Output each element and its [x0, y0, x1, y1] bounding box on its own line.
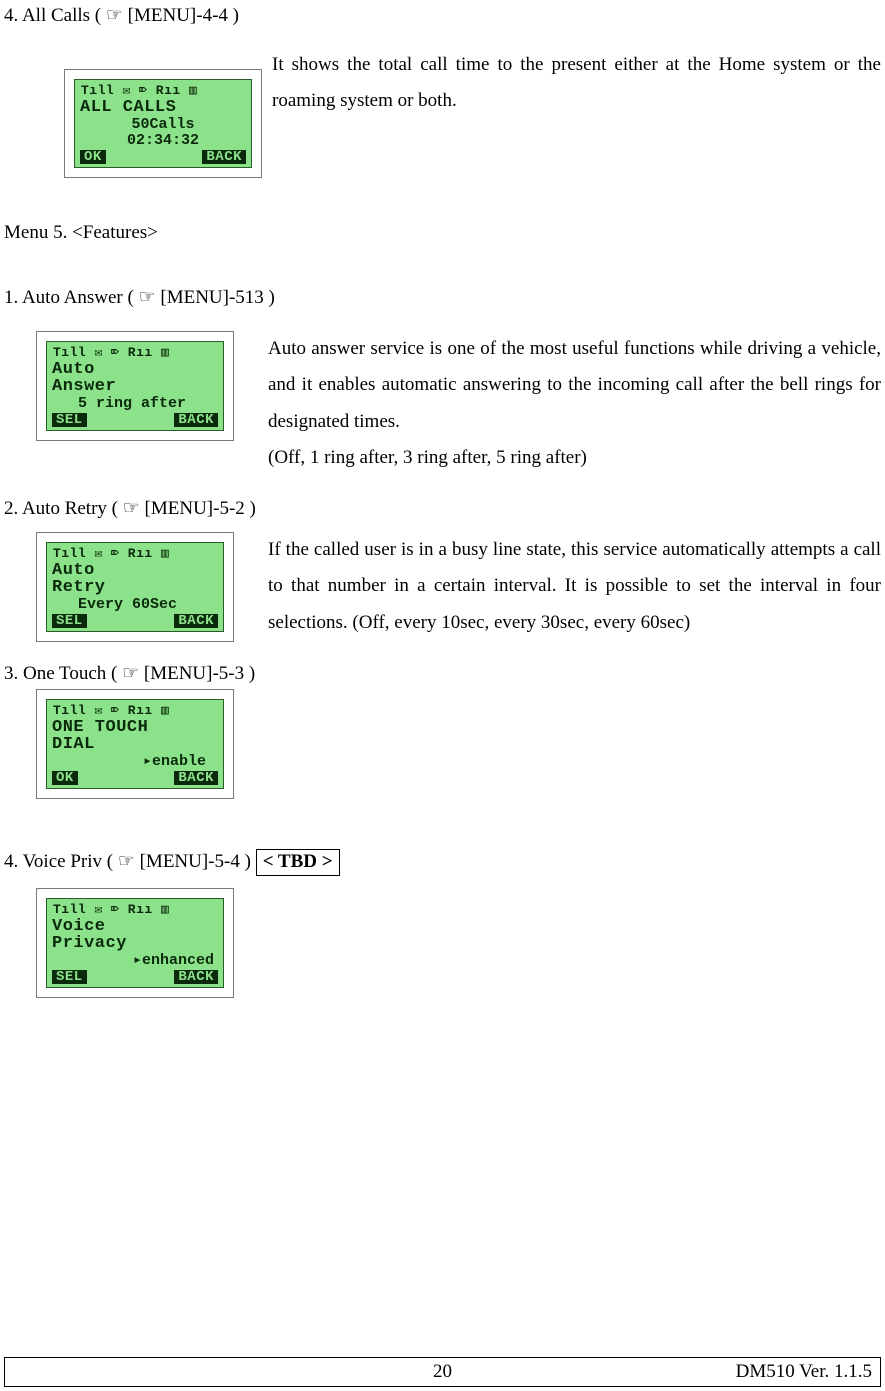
softkey-sel: SEL [52, 970, 87, 984]
softkey-ok: OK [52, 771, 78, 785]
heading-auto-retry: 2. Auto Retry ( ☞ [MENU]-5-2 ) [4, 497, 881, 520]
lcd-line-calls: 50Calls [80, 117, 246, 132]
lcd-title: Auto Retry [52, 562, 218, 596]
tbd-label: < TBD > [256, 849, 340, 876]
lcd-status-bar: Tıll ✉ ⌦ Rıı ▥ [52, 547, 218, 560]
lcd-status-bar: Tıll ✉ ⌦ Rıı ▥ [80, 84, 246, 97]
body-all-calls: It shows the total call time to the pres… [272, 47, 881, 120]
phone-screen-auto-answer: Tıll ✉ ⌦ Rıı ▥ Auto Answer 5 ring after … [36, 331, 234, 441]
softkey-back: BACK [174, 771, 218, 785]
lcd-line-value: ▸enable [52, 754, 218, 769]
heading-voice-priv-text: 4. Voice Priv ( ☞ [MENU]-5-4 ) [4, 851, 256, 872]
body-auto-retry: If the called user is in a busy line sta… [268, 532, 881, 641]
doc-version: DM510 Ver. 1.1.5 [736, 1359, 880, 1386]
softkey-sel: SEL [52, 614, 87, 628]
phone-screen-auto-retry: Tıll ✉ ⌦ Rıı ▥ Auto Retry Every 60Sec SE… [36, 532, 234, 642]
page-footer: 20 DM510 Ver. 1.1.5 [4, 1357, 881, 1387]
heading-auto-answer: 1. Auto Answer ( ☞ [MENU]-513 ) [4, 286, 881, 309]
lcd-status-bar: Tıll ✉ ⌦ Rıı ▥ [52, 903, 218, 916]
phone-screen-all-calls: Tıll ✉ ⌦ Rıı ▥ ALL CALLS 50Calls 02:34:3… [64, 69, 262, 178]
softkey-ok: OK [80, 150, 106, 164]
lcd-line-time: 02:34:32 [80, 133, 246, 148]
lcd-status-bar: Tıll ✉ ⌦ Rıı ▥ [52, 346, 218, 359]
softkey-back: BACK [202, 150, 246, 164]
lcd-title: Voice Privacy [52, 918, 218, 952]
phone-screen-voice-priv: Tıll ✉ ⌦ Rıı ▥ Voice Privacy ▸enhanced S… [36, 888, 234, 998]
lcd-line-value: 5 ring after [52, 396, 218, 411]
softkey-back: BACK [174, 413, 218, 427]
phone-screen-one-touch: Tıll ✉ ⌦ Rıı ▥ ONE TOUCH DIAL ▸enable OK… [36, 689, 234, 799]
lcd-line-value: ▸enhanced [52, 953, 218, 968]
softkey-back: BACK [174, 614, 218, 628]
heading-menu5: Menu 5. <Features> [4, 222, 881, 244]
lcd-status-bar: Tıll ✉ ⌦ Rıı ▥ [52, 704, 218, 717]
heading-voice-priv: 4. Voice Priv ( ☞ [MENU]-5-4 ) < TBD > [4, 849, 881, 876]
lcd-title: Auto Answer [52, 361, 218, 395]
lcd-title: ONE TOUCH DIAL [52, 719, 218, 753]
softkey-back: BACK [174, 970, 218, 984]
heading-all-calls: 4. All Calls ( ☞ [MENU]-4-4 ) [4, 4, 881, 27]
body-auto-answer-1: Auto answer service is one of the most u… [268, 331, 881, 440]
heading-one-touch: 3. One Touch ( ☞ [MENU]-5-3 ) [4, 662, 881, 685]
page-number: 20 [433, 1359, 452, 1386]
lcd-title: ALL CALLS [80, 99, 246, 116]
softkey-sel: SEL [52, 413, 87, 427]
body-auto-answer-2: (Off, 1 ring after, 3 ring after, 5 ring… [268, 440, 881, 476]
lcd-line-value: Every 60Sec [52, 597, 218, 612]
